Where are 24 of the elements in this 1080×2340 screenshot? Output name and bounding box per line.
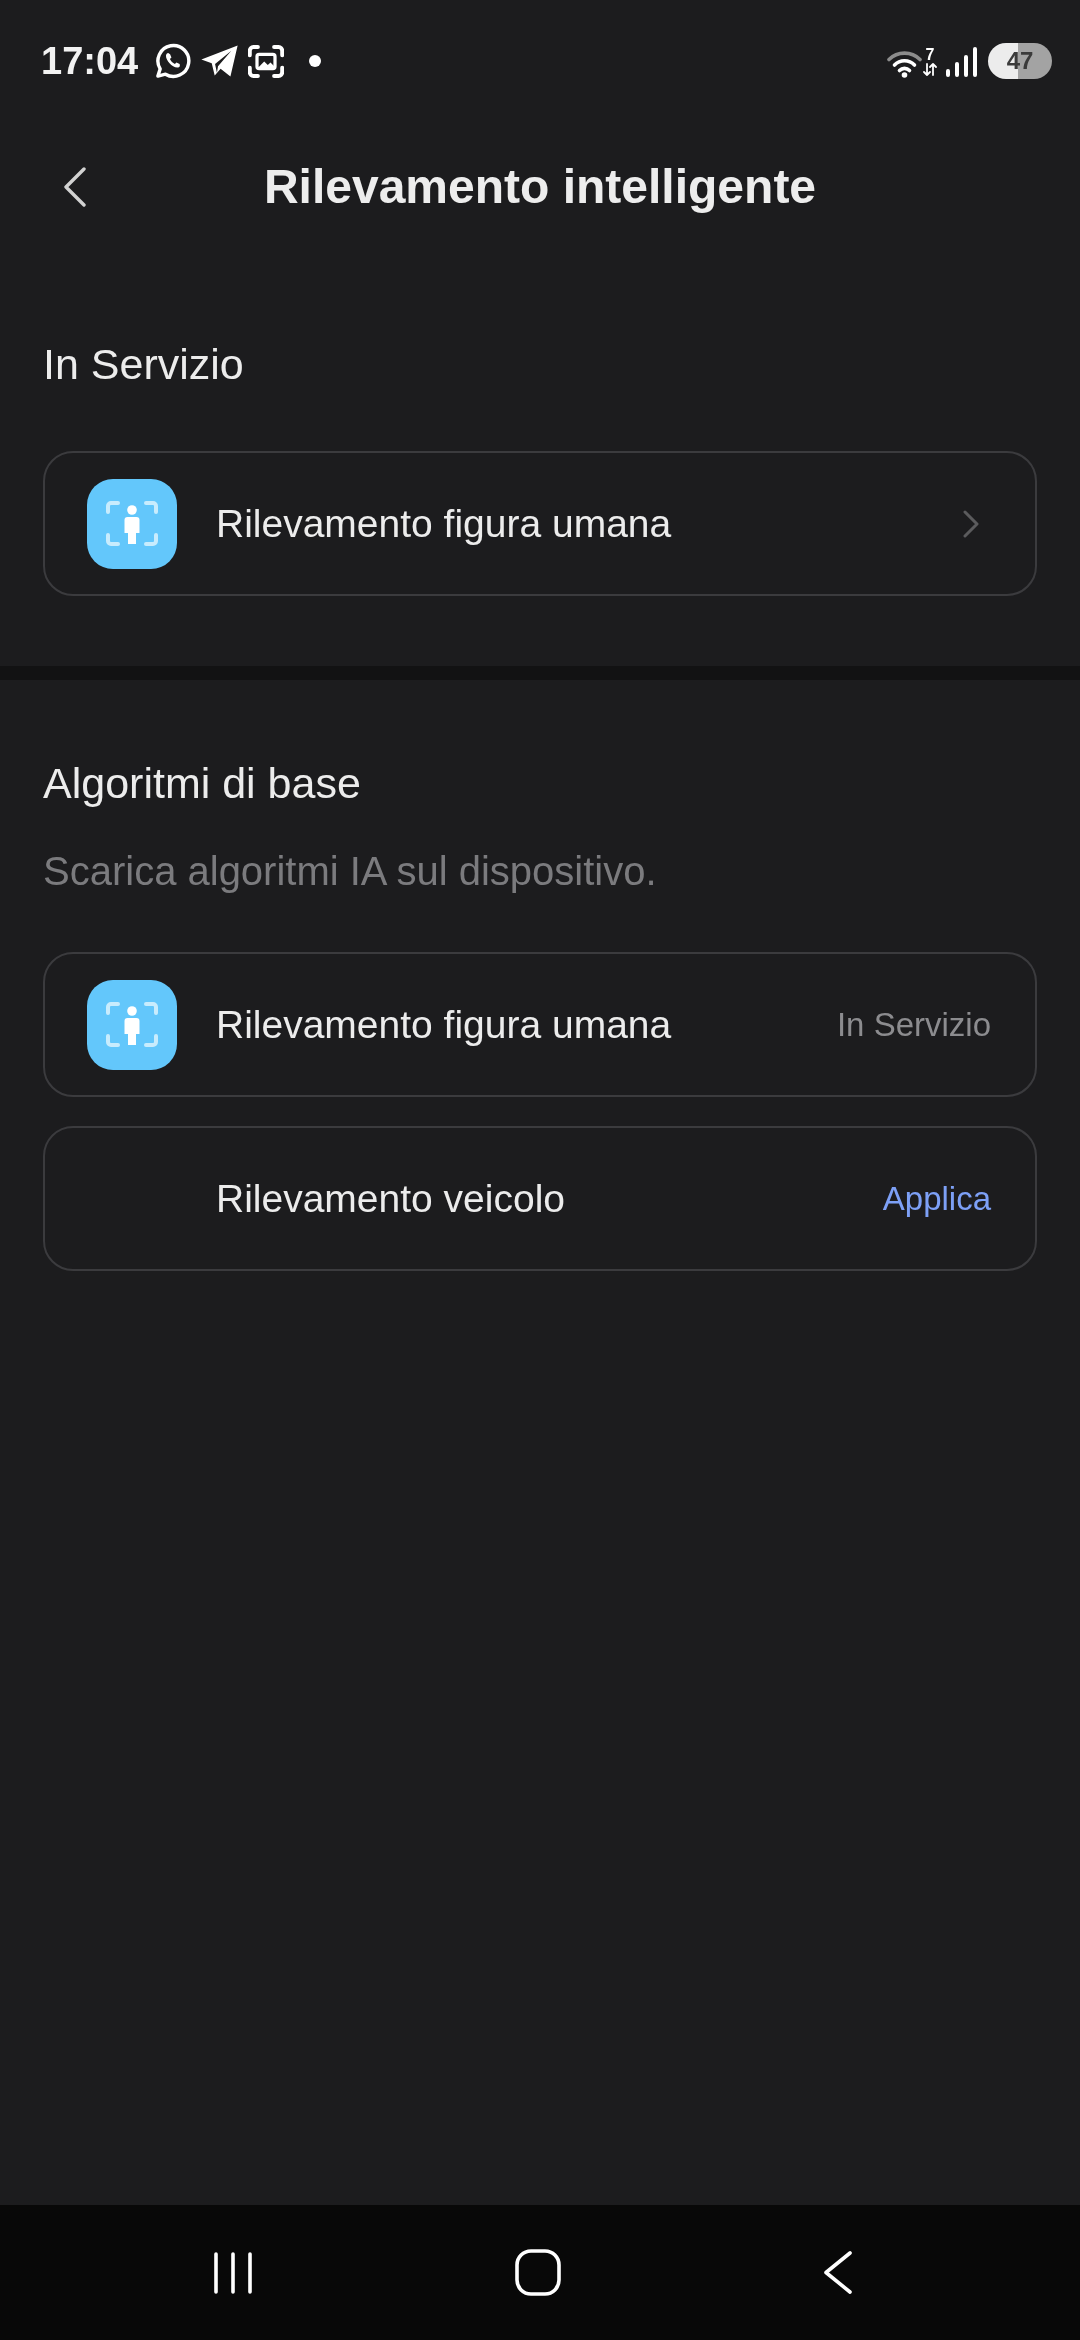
up-down-arrows-icon [923, 62, 937, 76]
section-title: In Servizio [43, 339, 245, 390]
status-label: In Servizio [836, 1005, 991, 1044]
detection-card[interactable]: Rilevamento figura umana [43, 451, 1037, 596]
apply-button[interactable]: Applica [882, 1179, 991, 1218]
section-description: Scarica algoritmi IA sul dispositivo. [43, 848, 658, 895]
back-icon [63, 167, 87, 207]
chat-phone-icon [155, 43, 192, 79]
image-frame-icon [248, 44, 285, 78]
wifi-label: 7 [925, 46, 935, 63]
wifi-icon [887, 48, 922, 78]
home-icon [515, 2249, 561, 2296]
card-label: Rilevamento figura umana [216, 1001, 673, 1048]
card-label: Rilevamento figura umana [216, 500, 673, 547]
chevron-right-icon [963, 509, 980, 538]
notification-dot-icon [309, 55, 322, 67]
card-label: Rilevamento veicolo [216, 1175, 566, 1222]
paper-plane-icon [201, 45, 239, 77]
back-icon [823, 2251, 853, 2294]
section-title: Algoritmi di base [43, 758, 362, 809]
signal-icon [946, 47, 978, 77]
page-title: Rilevamento intelligente [263, 159, 817, 215]
recent-apps-icon [213, 2250, 253, 2295]
status-time: 17:04 [41, 39, 139, 83]
